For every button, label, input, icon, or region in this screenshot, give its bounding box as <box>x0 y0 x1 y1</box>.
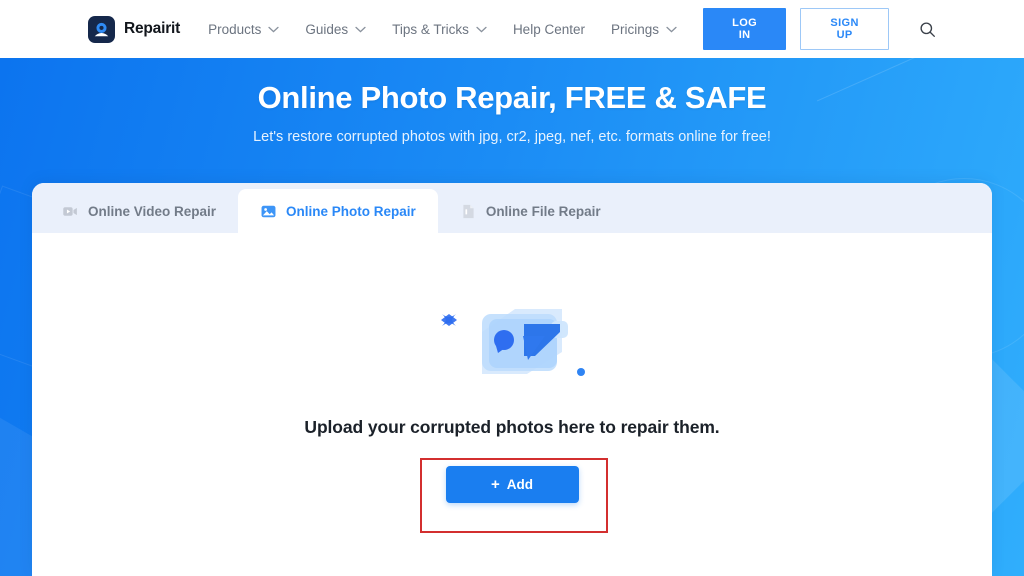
top-navigation-bar: Repairit Products Guides Tips & Tricks H… <box>0 0 1024 58</box>
signup-button[interactable]: SIGN UP <box>800 8 889 50</box>
tab-label: Online Photo Repair <box>286 203 416 219</box>
page-title: Online Photo Repair, FREE & SAFE <box>257 80 767 115</box>
add-button[interactable]: + Add <box>445 466 579 503</box>
chevron-down-icon <box>666 26 677 32</box>
page-subtitle: Let's restore corrupted photos with jpg,… <box>253 129 771 145</box>
add-button-label: Add <box>506 477 533 492</box>
upload-photo-illustration <box>427 292 597 387</box>
tab-online-photo-repair[interactable]: Online Photo Repair <box>238 189 438 233</box>
chevron-down-icon <box>355 26 366 32</box>
add-button-wrapper: + Add <box>445 466 579 503</box>
video-camera-icon <box>62 203 79 220</box>
nav-item-label: Products <box>208 21 262 37</box>
nav-item-label: Pricings <box>610 21 659 37</box>
nav-item-products[interactable]: Products <box>208 21 280 37</box>
login-button[interactable]: LOG IN <box>703 8 787 50</box>
nav-item-guides[interactable]: Guides <box>305 22 366 37</box>
nav-item-tips-and-tricks[interactable]: Tips & Tricks <box>392 22 487 37</box>
upload-drop-area[interactable]: Upload your corrupted photos here to rep… <box>32 233 992 576</box>
document-file-icon <box>460 203 477 220</box>
tab-label: Online Video Repair <box>88 203 217 219</box>
nav-item-help-center[interactable]: Help Center <box>513 22 585 37</box>
search-icon[interactable] <box>919 21 936 38</box>
nav-item-pricings[interactable]: Pricings <box>611 22 677 37</box>
repairit-logo-icon <box>88 15 115 43</box>
brand-name: Repairit <box>124 20 181 37</box>
nav-item-label: Help Center <box>512 21 585 37</box>
tab-online-video-repair[interactable]: Online Video Repair <box>40 189 238 233</box>
tab-online-file-repair[interactable]: Online File Repair <box>438 189 623 233</box>
page-root: Repairit Products Guides Tips & Tricks H… <box>0 0 1024 576</box>
nav-item-label: Tips & Tricks <box>392 21 469 37</box>
plus-icon: + <box>490 476 500 493</box>
repair-tool-card: Online Video Repair Online Photo Repair <box>32 183 992 576</box>
nav-item-label: Guides <box>305 21 349 37</box>
chevron-down-icon <box>268 26 280 32</box>
brand-logo-link[interactable]: Repairit <box>88 15 181 43</box>
nav-actions: LOG IN SIGN UP <box>703 8 936 50</box>
tab-bar: Online Video Repair Online Photo Repair <box>32 183 992 233</box>
chevron-down-icon <box>476 26 487 32</box>
image-photo-icon <box>260 203 277 220</box>
nav-links: Products Guides Tips & Tricks Help Cente… <box>208 22 703 37</box>
upload-instruction-text: Upload your corrupted photos here to rep… <box>304 417 720 437</box>
tab-label: Online File Repair <box>485 203 601 219</box>
